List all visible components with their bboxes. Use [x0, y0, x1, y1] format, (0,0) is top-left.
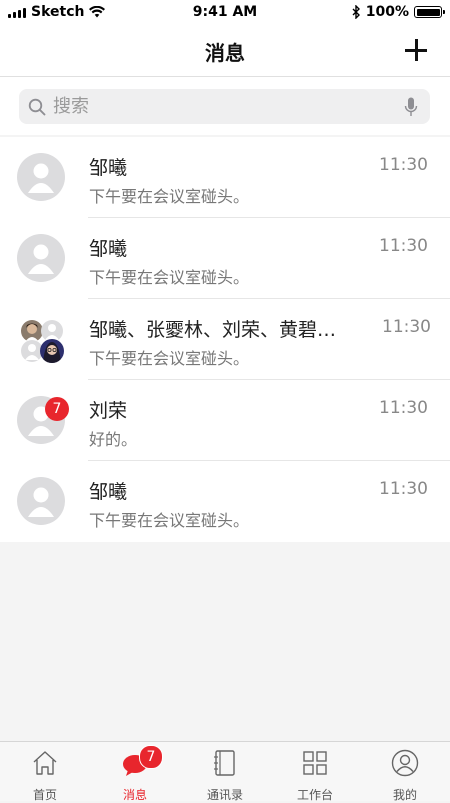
conversation-item[interactable]: 邹曦 下午要在会议室碰头。 11:30 — [0, 461, 450, 542]
mic-icon[interactable] — [404, 97, 418, 117]
tab-messages[interactable]: 7 消息 — [90, 742, 180, 802]
message-preview: 好的。 — [89, 430, 138, 449]
message-time: 11:30 — [379, 155, 428, 175]
member-photo — [21, 320, 43, 342]
bluetooth-icon — [352, 5, 360, 19]
battery-level — [416, 8, 440, 16]
status-right: 100% — [352, 4, 445, 20]
conversation-item[interactable]: 邹曦 下午要在会议室碰头。 11:30 — [0, 218, 450, 299]
status-bar: Sketch 9:41 AM 100% — [0, 0, 450, 24]
contact-name: 刘荣 — [89, 400, 128, 422]
person-avatar — [17, 234, 65, 282]
message-preview: 下午要在会议室碰头。 — [89, 187, 250, 206]
message-preview: 下午要在会议室碰头。 — [89, 349, 250, 368]
search-input[interactable] — [53, 89, 393, 124]
nav-bar: 消息 — [0, 24, 450, 77]
message-time: 11:30 — [379, 236, 428, 256]
conversation-item[interactable]: 邹曦、张夒林、刘荣、黄碧… 下午要在会议室碰头。 11:30 — [0, 299, 450, 380]
page-title: 消息 — [205, 41, 245, 65]
unread-badge: 7 — [45, 397, 69, 421]
tab-label: 我的 — [392, 788, 417, 802]
search-bar — [0, 77, 450, 135]
tab-profile[interactable]: 我的 — [360, 742, 450, 802]
member-photo — [40, 339, 64, 363]
search-box[interactable] — [19, 89, 430, 124]
contact-name: 邹曦 — [89, 157, 128, 179]
battery-icon — [414, 6, 445, 18]
person-avatar — [17, 477, 65, 525]
group-avatar — [17, 315, 65, 363]
message-time: 11:30 — [382, 317, 431, 337]
tab-workbench[interactable]: 工作台 — [270, 742, 360, 802]
conversation-item[interactable]: 刘荣 好的。 11:30 — [0, 380, 450, 461]
person-avatar — [17, 153, 65, 201]
message-time: 11:30 — [379, 398, 428, 418]
message-preview: 下午要在会议室碰头。 — [89, 268, 250, 287]
tab-badge: 7 — [139, 745, 163, 769]
message-time: 11:30 — [379, 479, 428, 499]
contact-name: 邹曦 — [89, 481, 128, 503]
tab-label: 消息 — [122, 788, 147, 802]
contacts-book-icon — [214, 750, 235, 776]
home-icon — [33, 751, 57, 775]
tab-home[interactable]: 首页 — [0, 742, 90, 802]
battery-percent: 100% — [365, 4, 409, 20]
conversation-item[interactable]: 邹曦 下午要在会议室碰头。 11:30 — [0, 137, 450, 218]
tab-label: 通讯录 — [206, 788, 243, 802]
conversation-list: 邹曦 下午要在会议室碰头。 11:30 邹曦 下午要在会议室碰头。 11:30 — [0, 137, 450, 542]
search-icon — [28, 98, 46, 116]
grid-apps-icon — [303, 751, 327, 775]
tab-label: 工作台 — [296, 788, 333, 802]
group-name: 邹曦、张夒林、刘荣、黄碧… — [89, 319, 337, 341]
message-preview: 下午要在会议室碰头。 — [89, 511, 250, 530]
contact-name: 邹曦 — [89, 238, 128, 260]
tab-contacts[interactable]: 通讯录 — [180, 742, 270, 802]
profile-icon — [391, 749, 419, 777]
tab-bar: 首页 7 消息 通讯录 工作台 我的 — [0, 741, 450, 802]
tab-label: 首页 — [32, 788, 57, 802]
plus-icon[interactable] — [404, 38, 428, 62]
